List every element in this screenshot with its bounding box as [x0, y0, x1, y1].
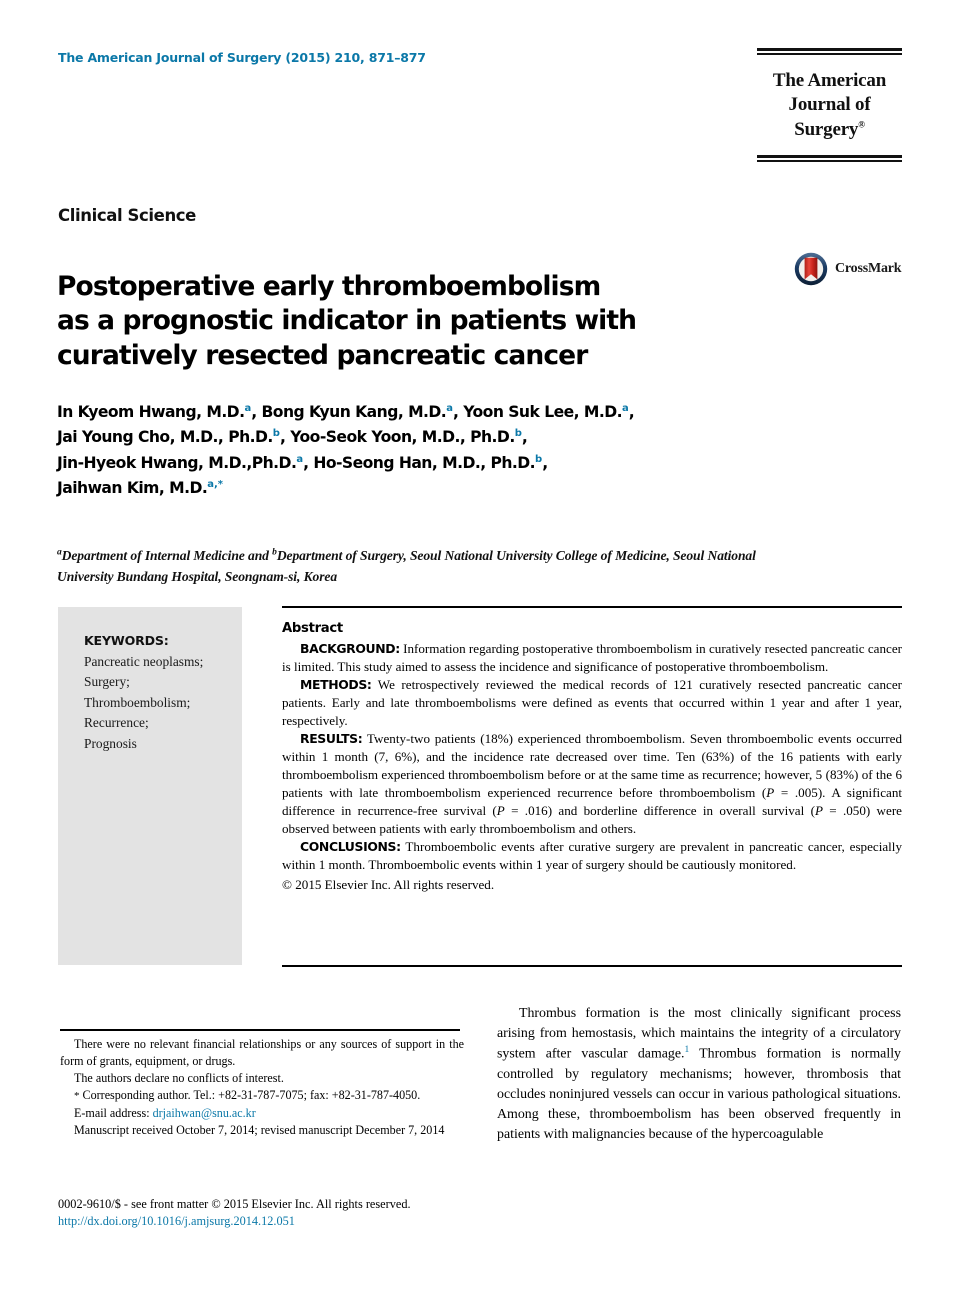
- crossmark-badge[interactable]: CrossMark: [794, 252, 902, 286]
- issn-line: 0002-9610/$ - see front matter © 2015 El…: [58, 1197, 411, 1211]
- keyword-item: Surgery;: [84, 674, 130, 690]
- abstract-section: Abstract BACKGROUND: Information regardi…: [282, 620, 902, 894]
- author-line-2: Jai Young Cho, M.D., Ph.D.b, Yoo-Seok Yo…: [57, 428, 528, 447]
- abstract-copyright: © 2015 Elsevier Inc. All rights reserved…: [282, 877, 495, 893]
- masthead-line-1: The American: [772, 70, 887, 91]
- footnote-funding: There were no relevant financial relatio…: [60, 1037, 464, 1069]
- p-value-symbol: P: [814, 803, 823, 819]
- abstract-conclusions-label: CONCLUSIONS:: [300, 839, 401, 855]
- title-line-3: curatively resected pancreatic cancer: [57, 339, 588, 371]
- email-link[interactable]: drjaihwan@snu.ac.kr: [153, 1106, 256, 1120]
- footer-block: 0002-9610/$ - see front matter © 2015 El…: [58, 1196, 498, 1231]
- keyword-item: Thromboembolism;: [84, 694, 191, 710]
- affiliation-marker: b: [272, 428, 280, 440]
- keywords-list: Pancreatic neoplasms; Surgery; Thromboem…: [84, 652, 242, 754]
- affiliation-marker: a: [207, 479, 214, 491]
- doi-link[interactable]: http://dx.doi.org/10.1016/j.amjsurg.2014…: [58, 1213, 498, 1230]
- body-column: Thrombus formation is the most clinicall…: [497, 1004, 901, 1145]
- title-line-2: as a prognostic indicator in patients wi…: [57, 305, 637, 337]
- abstract-results-text-3: = .016) and borderline difference in ove…: [504, 803, 815, 819]
- masthead-line-2: Journal of Surgery®: [788, 94, 871, 140]
- footnote-conflicts: The authors declare no conflicts of inte…: [74, 1071, 284, 1086]
- author-line-3: Jin-Hyeok Hwang, M.D.,Ph.D.a, Ho-Seong H…: [57, 453, 548, 472]
- masthead-text: The American Journal of Surgery®: [757, 69, 902, 142]
- affiliation-marker: b: [514, 428, 522, 440]
- abstract-background-paragraph: BACKGROUND: Information regarding postop…: [282, 640, 902, 676]
- affiliations: aDepartment of Internal Medicine and bDe…: [57, 547, 756, 585]
- affiliation-marker: a: [446, 402, 453, 414]
- article-title: Postoperative early thromboembolism as a…: [57, 270, 687, 373]
- journal-citation: The American Journal of Surgery (2015) 2…: [58, 50, 426, 65]
- abstract-methods-text: We retrospectively reviewed the medical …: [282, 677, 902, 729]
- author-line-4: Jaihwan Kim, M.D.a,*: [57, 479, 224, 498]
- author-line-1: In Kyeom Hwang, M.D.a, Bong Kyun Kang, M…: [57, 402, 635, 421]
- abstract-background-label: BACKGROUND:: [300, 641, 400, 657]
- keywords-heading: KEYWORDS:: [84, 633, 169, 648]
- footnote-corresponding: * Corresponding author. Tel.: +82-31-787…: [74, 1088, 421, 1103]
- keyword-item: Recurrence;: [84, 715, 149, 731]
- abstract-conclusions-paragraph: CONCLUSIONS: Thromboembolic events after…: [282, 838, 902, 874]
- p-value-symbol: P: [496, 803, 505, 819]
- title-line-1: Postoperative early thromboembolism: [57, 270, 601, 302]
- footnote-manuscript-dates: Manuscript received October 7, 2014; rev…: [74, 1122, 445, 1137]
- abstract-heading: Abstract: [282, 621, 343, 636]
- crossmark-icon[interactable]: [794, 252, 828, 286]
- abstract-rule-bottom: [282, 965, 902, 967]
- journal-masthead-logo: The American Journal of Surgery®: [757, 48, 902, 162]
- crossmark-label: CrossMark: [835, 261, 902, 276]
- keyword-item: Pancreatic neoplasms;: [84, 654, 204, 669]
- abstract-methods-paragraph: METHODS: We retrospectively reviewed the…: [282, 676, 902, 730]
- abstract-methods-label: METHODS:: [300, 677, 372, 693]
- masthead-rule-top: [757, 48, 902, 55]
- registered-mark-icon: ®: [858, 119, 865, 130]
- masthead-rule-bottom: [757, 154, 902, 162]
- author-list: In Kyeom Hwang, M.D.a, Bong Kyun Kang, M…: [57, 400, 797, 502]
- footnote-divider: [60, 1029, 460, 1031]
- abstract-results-label: RESULTS:: [300, 731, 363, 747]
- footnotes-block: There were no relevant financial relatio…: [60, 1036, 464, 1139]
- section-kicker: Clinical Science: [58, 206, 196, 225]
- affiliation-marker: a: [622, 402, 629, 414]
- abstract-rule-top: [282, 606, 902, 608]
- keywords-panel: KEYWORDS: Pancreatic neoplasms; Surgery;…: [58, 607, 242, 965]
- footnote-email: E-mail address: drjaihwan@snu.ac.kr: [74, 1105, 256, 1120]
- abstract-results-paragraph: RESULTS: Twenty-two patients (18%) exper…: [282, 730, 902, 838]
- body-paragraph-1: Thrombus formation is the most clinicall…: [497, 1006, 901, 1143]
- journal-article-page: The American Journal of Surgery (2015) 2…: [0, 0, 960, 1290]
- keyword-item: Prognosis: [84, 735, 137, 751]
- corresponding-author-marker: *: [217, 479, 224, 491]
